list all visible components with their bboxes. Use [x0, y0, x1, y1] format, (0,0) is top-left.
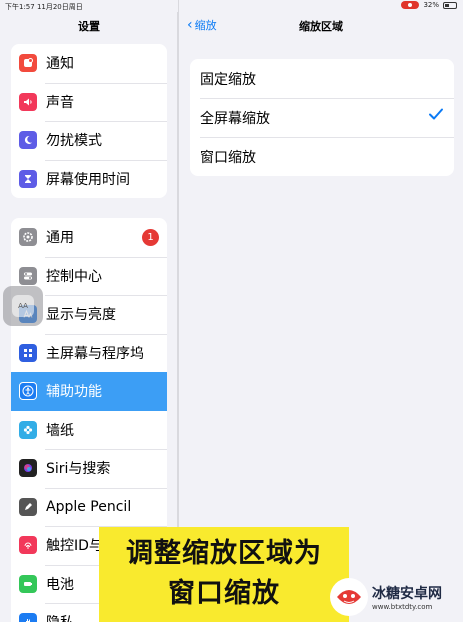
gear-icon — [19, 228, 37, 247]
siri-icon — [19, 459, 37, 478]
sidebar-item-label: 主屏幕与程序坞 — [46, 345, 144, 362]
sidebar-item-do-not-disturb[interactable]: 勿扰模式 — [11, 121, 167, 160]
bell-icon — [19, 54, 37, 73]
sidebar-item-label: 声音 — [46, 94, 74, 111]
watermark-url: www.btxtdty.com — [372, 603, 433, 611]
sidebar-item-label: Siri与搜索 — [46, 461, 111, 478]
sidebar-item-label: 通用 — [46, 230, 74, 247]
accessibility-icon — [19, 382, 37, 401]
option-label: 固定缩放 — [200, 71, 256, 88]
notification-badge: 1 — [142, 228, 159, 246]
sidebar-item-sounds[interactable]: 声音 — [11, 82, 167, 122]
sidebar-item-label: 屏幕使用时间 — [46, 171, 130, 188]
sidebar-item-screen-time[interactable]: 屏幕使用时间 — [11, 159, 167, 199]
fingerprint-icon — [19, 536, 37, 555]
sidebar-item-label: 触控ID与 — [46, 538, 103, 555]
sidebar-item-wallpaper[interactable]: 墙纸 — [11, 411, 167, 450]
video-caption: 调整缩放区域为 窗口缩放 — [99, 527, 349, 622]
sidebar-group-1: 通知 声音 勿扰模式 屏幕使用时间 — [11, 44, 167, 198]
caption-line-2: 窗口缩放 — [168, 578, 280, 609]
toggles-icon — [19, 266, 37, 285]
sidebar-item-label: 勿扰模式 — [46, 133, 102, 150]
watermark: 冰糖安卓网 www.btxtdty.com — [330, 576, 460, 618]
flower-icon — [19, 420, 37, 439]
zoom-region-options: 固定缩放 全屏幕缩放 窗口缩放 — [190, 59, 454, 176]
option-full-screen-zoom[interactable]: 全屏幕缩放 — [190, 98, 454, 137]
sidebar-item-siri-search[interactable]: Siri与搜索 — [11, 449, 167, 488]
status-right: 32% — [401, 1, 457, 9]
battery-icon — [19, 574, 37, 593]
sidebar-item-label: 隐私 — [46, 612, 74, 622]
watermark-logo-icon — [330, 578, 368, 616]
sidebar-item-label: 电池 — [46, 576, 74, 593]
zoom-controller[interactable]: AA — [3, 286, 43, 326]
hourglass-icon — [19, 169, 37, 188]
detail-header: ‹ 缩放 缩放区域 — [179, 12, 463, 40]
sidebar-item-accessibility[interactable]: 辅助功能 — [11, 372, 167, 411]
checkmark-icon — [428, 106, 444, 126]
sidebar-item-home-screen-dock[interactable]: 主屏幕与程序坞 — [11, 333, 167, 373]
sidebar-item-notifications[interactable]: 通知 — [11, 44, 167, 83]
caption-line-1: 调整缩放区域为 — [126, 538, 322, 569]
option-label: 窗口缩放 — [200, 149, 256, 166]
moon-icon — [19, 131, 37, 150]
sidebar-item-label: Apple Pencil — [46, 498, 132, 515]
sidebar-item-general[interactable]: 通用 1 — [11, 218, 167, 257]
hand-icon — [19, 613, 37, 622]
sidebar-item-label: 墙纸 — [46, 422, 74, 439]
option-window-zoom[interactable]: 窗口缩放 — [190, 137, 454, 176]
sidebar-item-label: 辅助功能 — [46, 384, 102, 401]
sidebar-title: 设置 — [78, 20, 100, 33]
sidebar-item-apple-pencil[interactable]: Apple Pencil — [11, 487, 167, 527]
option-fixed-zoom[interactable]: 固定缩放 — [190, 59, 454, 98]
speaker-icon — [19, 92, 37, 111]
battery-percent: 32% — [423, 1, 439, 9]
record-icon — [401, 1, 420, 9]
status-bar: 下午1:57 11月20日周日 32% — [0, 0, 463, 12]
pencil-icon — [19, 497, 37, 516]
page-title: 缩放区域 — [299, 20, 343, 33]
sidebar-item-label: 显示与亮度 — [46, 307, 116, 324]
grid-icon — [19, 343, 37, 362]
zoom-controller-knob: AA — [12, 295, 34, 317]
battery-icon — [443, 1, 457, 9]
sidebar-item-label: 控制中心 — [46, 268, 102, 285]
watermark-name: 冰糖安卓网 — [372, 586, 442, 602]
sidebar-item-label: 通知 — [46, 56, 74, 73]
status-time: 下午1:57 11月20日周日 — [5, 3, 83, 11]
option-label: 全屏幕缩放 — [200, 110, 270, 127]
